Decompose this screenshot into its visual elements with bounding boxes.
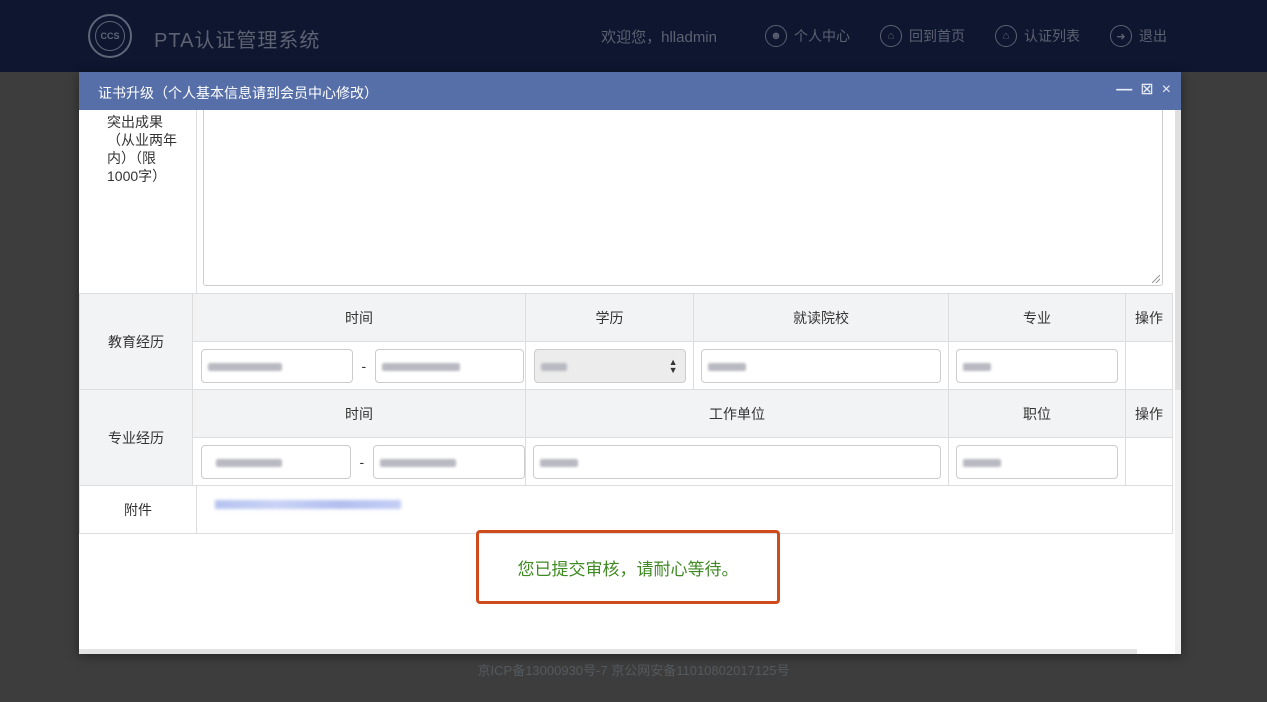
pro-end-date-input[interactable] — [372, 444, 525, 479]
professional-table: 专业经历 时间 工作单位 职位 操作 - — [79, 389, 1173, 486]
logo-mark: CCS — [95, 21, 125, 51]
edu-school-input[interactable] — [701, 348, 941, 383]
close-icon[interactable]: × — [1162, 81, 1171, 99]
pro-position-input[interactable] — [956, 444, 1118, 479]
education-label: 教育经历 — [79, 293, 193, 390]
pro-header-action: 操作 — [1125, 389, 1173, 438]
edu-header-time: 时间 — [192, 293, 526, 342]
pro-header-time: 时间 — [192, 389, 526, 438]
attachment-cell — [196, 485, 1173, 534]
edu-header-school: 就读院校 — [693, 293, 949, 342]
attachment-link[interactable] — [215, 500, 401, 509]
outcome-textarea[interactable] — [203, 110, 1163, 286]
maximize-icon[interactable]: ⊠ — [1140, 81, 1153, 99]
minimize-icon[interactable]: — — [1116, 81, 1132, 99]
edu-degree-select[interactable]: ▲ ▼ — [533, 348, 686, 383]
professional-label: 专业经历 — [79, 389, 193, 486]
pro-action-cell — [1125, 437, 1173, 486]
attachment-label: 附件 — [79, 485, 197, 534]
logo: CCS — [88, 14, 132, 58]
pro-header-position: 职位 — [948, 389, 1126, 438]
edu-header-major: 专业 — [948, 293, 1126, 342]
nav-personal-center[interactable]: ☻ 个人中心 — [765, 25, 850, 47]
scrollbar-thumb[interactable] — [1175, 110, 1181, 390]
horizontal-scrollbar[interactable] — [79, 649, 1137, 654]
home-icon: ⌂ — [880, 25, 902, 47]
education-table: 教育经历 时间 学历 就读院校 专业 操作 - ▲ ▼ — [79, 293, 1173, 390]
brand-title: PTA认证管理系统 — [154, 30, 321, 52]
pro-employer-input[interactable] — [533, 444, 941, 479]
logout-icon: ➜ — [1110, 25, 1132, 47]
date-range-dash: - — [361, 357, 367, 374]
footer-icp: 京ICP备13000930号-7 京公网安备11010802017125号 — [477, 663, 790, 678]
edu-header-degree: 学历 — [525, 293, 694, 342]
top-navbar: CCS PTA认证管理系统 欢迎您，hlladmin ☻ 个人中心 ⌂ 回到首页… — [0, 0, 1267, 72]
dialog-title: 证书升级（个人基本信息请到会员中心修改） — [98, 85, 378, 101]
nav-logout[interactable]: ➜ 退出 — [1110, 25, 1167, 47]
table-row: - — [80, 437, 1173, 486]
submission-notice: 您已提交审核，请耐心等待。 — [476, 530, 780, 604]
dialog-body: 突出成果（从业两年内）（限1000字） 教育经历 时间 学历 就读院校 专业 操… — [79, 110, 1175, 654]
nav-logout-label: 退出 — [1139, 28, 1167, 44]
nav-cert-list-label: 认证列表 — [1024, 28, 1080, 44]
resize-grip-icon[interactable] — [1152, 275, 1160, 283]
table-row: - ▲ ▼ — [80, 341, 1173, 390]
vertical-scrollbar[interactable] — [1175, 110, 1181, 654]
nav-personal-center-label: 个人中心 — [794, 28, 850, 44]
outcome-row: 突出成果（从业两年内）（限1000字） — [79, 110, 1171, 294]
home-icon: ⌂ — [995, 25, 1017, 47]
edu-major-input[interactable] — [956, 348, 1118, 383]
attachment-table: 附件 — [79, 485, 1173, 534]
date-range-dash: - — [359, 453, 365, 470]
divider — [196, 110, 197, 293]
pro-header-employer: 工作单位 — [525, 389, 949, 438]
dialog-header[interactable]: 证书升级（个人基本信息请到会员中心修改） — ⊠ × — [79, 72, 1181, 110]
select-arrows-icon: ▲ ▼ — [668, 356, 678, 375]
certificate-upgrade-dialog: 证书升级（个人基本信息请到会员中心修改） — ⊠ × 突出成果（从业两年内）（限… — [79, 72, 1181, 654]
nav-links: 欢迎您，hlladmin ☻ 个人中心 ⌂ 回到首页 ⌂ 认证列表 ➜ 退出 — [601, 25, 1167, 47]
edu-start-date-input[interactable] — [201, 348, 353, 383]
edu-end-date-input[interactable] — [374, 348, 524, 383]
notice-text: 您已提交审核，请耐心等待。 — [517, 559, 739, 579]
edu-action-cell — [1125, 341, 1173, 390]
nav-home-label: 回到首页 — [909, 28, 965, 44]
outcome-label: 突出成果（从业两年内）（限1000字） — [107, 114, 177, 184]
user-icon: ☻ — [765, 25, 787, 47]
edu-header-action: 操作 — [1125, 293, 1173, 342]
nav-cert-list[interactable]: ⌂ 认证列表 — [995, 25, 1080, 47]
dialog-window-controls: — ⊠ × — [1108, 81, 1171, 99]
pro-start-date-input[interactable] — [201, 444, 351, 479]
nav-home[interactable]: ⌂ 回到首页 — [880, 25, 965, 47]
welcome-text: 欢迎您，hlladmin — [601, 28, 717, 46]
